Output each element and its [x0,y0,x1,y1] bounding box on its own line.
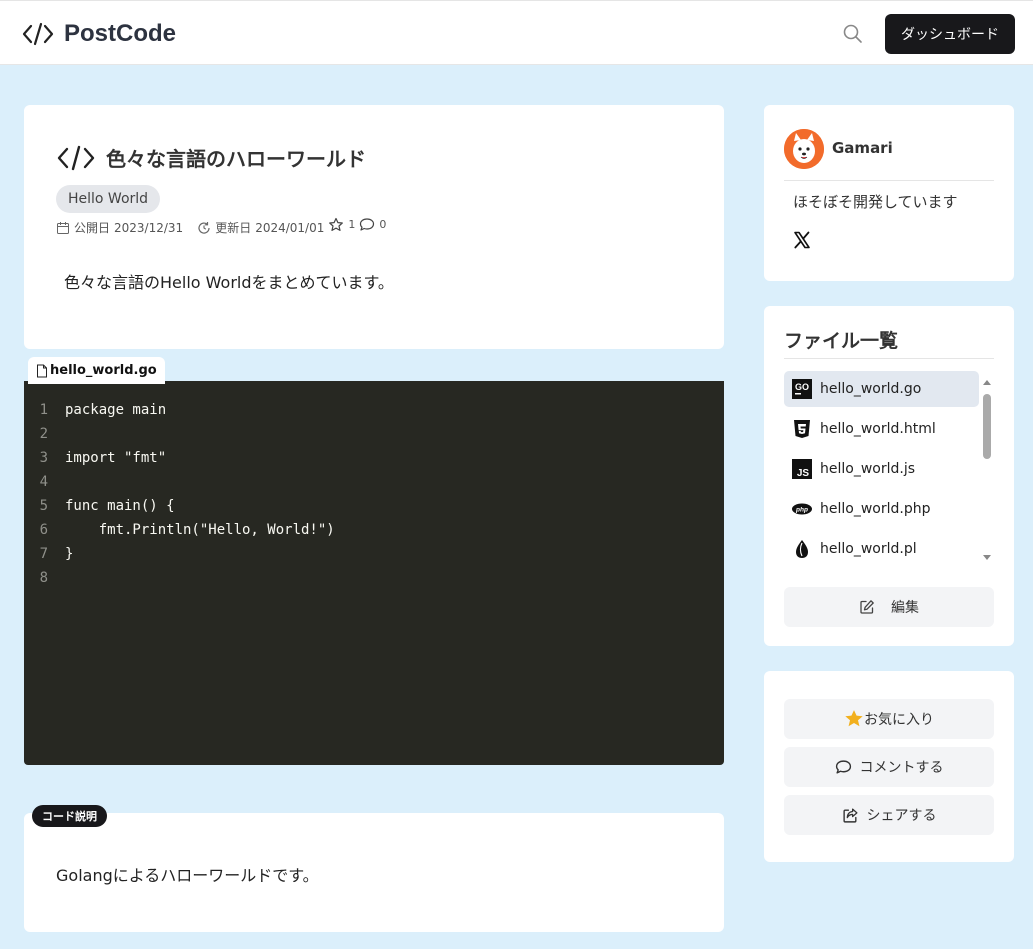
comment-icon [360,217,375,231]
svg-text:php: php [795,507,808,514]
comment-count: 0 [379,218,387,231]
line-number: 4 [39,474,48,490]
share-icon [842,807,858,823]
file-icon [37,364,47,377]
line-number: 3 [39,450,48,466]
file-name: hello_world.php [820,501,931,517]
line-number: 7 [39,546,48,562]
code-brackets-icon [57,145,95,170]
published-date: 2023/12/31 [114,220,184,235]
logo-text: PostCode [64,20,177,47]
code-text: func main() { [65,498,175,514]
js-icon: JS [792,459,812,479]
explanation-text: Golangによるハローワールドです。 [56,866,319,885]
post-title: 色々な言語のハローワールド [106,147,366,171]
comment-label: コメントする [859,760,944,776]
site-logo[interactable]: PostCode [22,19,176,49]
code-line: 4 [24,470,724,494]
php-icon: php [792,499,812,519]
line-number: 6 [39,522,48,538]
calendar-icon [57,221,69,234]
file-name: hello_world.js [820,461,916,477]
post-header-card: 色々な言語のハローワールド Hello World 公開日 2023/12/31… [24,105,724,349]
post-summary: 色々な言語のHello Worldをまとめています。 [64,273,394,292]
code-line: 6 fmt.Println("Hello, World!") [24,518,724,542]
svg-text:JS: JS [797,468,810,479]
code-text: fmt.Println("Hello, World!") [65,522,335,538]
code-file-tab: hello_world.go [28,357,165,384]
code-line: 2 [24,422,724,446]
post-title-row: 色々な言語のハローワールド [56,143,366,172]
code-line: 1 package main [24,398,724,422]
file-list-item[interactable]: hello_world.pl [784,531,979,567]
updated-date: 2024/01/01 [255,220,325,235]
file-name: hello_world.html [820,421,936,437]
published-label: 公開日 [74,221,111,235]
scrollbar-thumb[interactable] [983,394,991,459]
file-name: hello_world.go [820,381,922,397]
published-info: 公開日 2023/12/31 [56,219,183,236]
edit-label: 編集 [891,600,919,616]
explanation-card: Golangによるハローワールドです。 [24,813,724,932]
code-text: } [65,546,74,562]
code-filename: hello_world.go [50,363,157,378]
explanation-label: コード説明 [32,805,107,827]
code-line: 7} [24,542,724,566]
scroll-up-arrow-icon[interactable] [982,378,992,386]
line-number: 1 [39,402,48,418]
scroll-down-arrow-icon[interactable] [982,554,992,562]
svg-text:GO: GO [795,382,809,392]
file-list-item[interactable]: JS hello_world.js [784,451,979,487]
line-number: 5 [39,498,48,514]
updated-label: 更新日 [215,221,252,235]
share-button[interactable]: シェアする [784,795,994,835]
author-card: Gamari ほそぼそ開発しています [764,105,1014,281]
file-list-title: ファイル一覧 [784,330,899,352]
code-editor[interactable]: 1 package main 2 3 import "fmt" 4 5 func main()… [24,381,724,765]
comment-stat: 0 [359,217,386,233]
star-outline-icon [329,217,344,231]
refresh-icon [198,221,210,234]
updated-info: 更新日 2024/01/01 [197,219,324,236]
perl-icon [792,539,812,559]
file-list-item[interactable]: GO hello_world.go [784,371,979,407]
x-twitter-icon[interactable] [793,231,811,249]
favorite-button[interactable]: お気に入り [784,699,994,739]
edit-icon [860,600,874,614]
line-number: 8 [39,570,48,586]
star-stat: 1 [328,217,355,233]
author-name[interactable]: Gamari [832,139,893,157]
star-icon [845,710,863,727]
html5-icon [792,419,812,439]
divider [784,358,994,359]
comment-button[interactable]: コメントする [784,747,994,787]
dashboard-button[interactable]: ダッシュボード [885,14,1015,54]
code-brackets-icon [22,22,54,46]
code-line: 5 func main() { [24,494,724,518]
divider [784,180,994,181]
post-meta: 公開日 2023/12/31 更新日 2024/01/01 1 0 [56,217,386,236]
edit-button[interactable]: 編集 [784,587,994,627]
line-number: 2 [39,426,48,442]
file-list-item[interactable]: php hello_world.php [784,491,979,527]
go-icon: GO [792,379,812,399]
author-bio: ほそぼそ開発しています [793,193,958,211]
code-line: 3 import "fmt" [24,446,724,470]
file-list-item[interactable]: hello_world.html [784,411,979,447]
top-header: PostCode ダッシュボード [0,0,1033,65]
avatar[interactable] [784,129,824,169]
code-text: import "fmt" [65,450,167,466]
file-name: hello_world.pl [820,541,917,557]
share-label: シェアする [866,808,937,824]
search-icon[interactable] [841,22,865,46]
actions-card: お気に入り コメントする シェアする [764,671,1014,862]
comment-icon [835,759,851,774]
tag-badge[interactable]: Hello World [56,185,161,213]
code-line: 8 [24,566,724,590]
favorite-label: お気に入り [864,712,934,728]
file-list-card: ファイル一覧 GO hello_world.go hello_world.html J… [764,306,1014,646]
code-text: package main [65,402,167,418]
star-count: 1 [348,218,356,231]
file-list[interactable]: GO hello_world.go hello_world.html JS hello_… [784,371,979,571]
